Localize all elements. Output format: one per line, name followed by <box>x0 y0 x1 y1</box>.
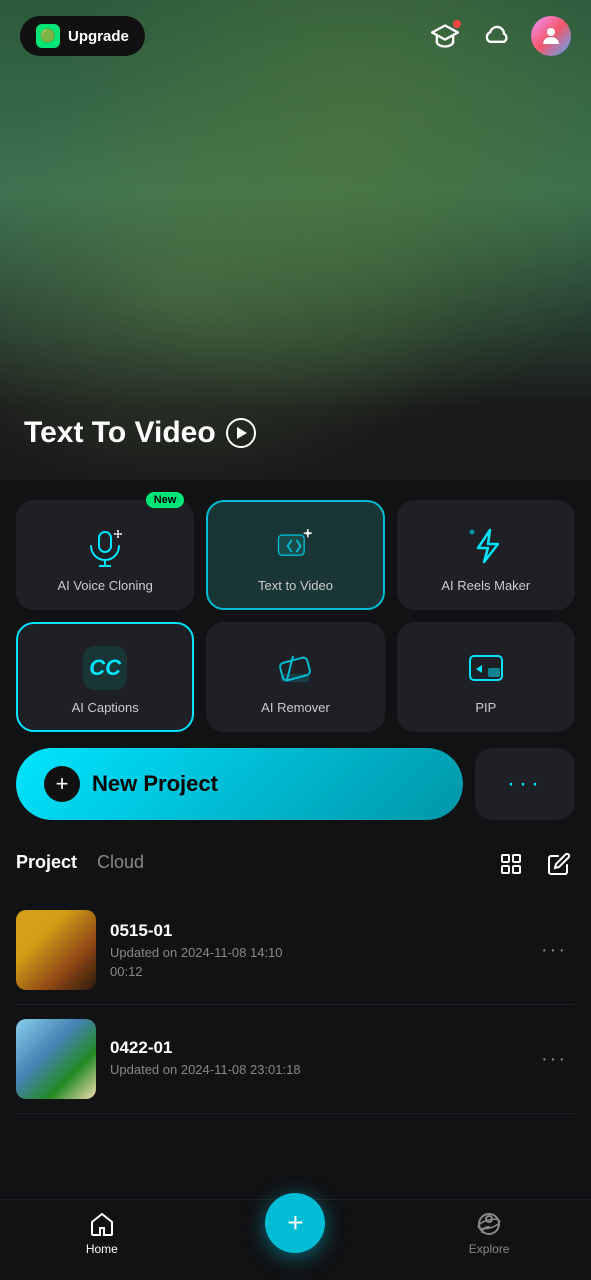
more-button[interactable]: ··· <box>475 748 575 820</box>
nav-home-label: Home <box>86 1242 118 1256</box>
voice-svg <box>83 524 127 568</box>
project-name: 0422-01 <box>110 1038 519 1058</box>
tab-actions <box>495 848 575 880</box>
grid-view-icon[interactable] <box>495 848 527 880</box>
new-project-icon: + <box>44 766 80 802</box>
tool-pip[interactable]: PIP <box>397 622 575 732</box>
reels-svg <box>464 524 508 568</box>
cloud-icon[interactable] <box>479 18 515 54</box>
hero-play-button[interactable] <box>226 418 256 448</box>
remover-svg <box>273 646 317 690</box>
project-tabs: Project Cloud <box>16 848 575 880</box>
tool-text-to-video[interactable]: Text to Video <box>206 500 384 610</box>
project-thumbnail <box>16 1019 96 1099</box>
reels-icon <box>464 524 508 568</box>
main-content: New AI Voice Cloning <box>0 480 591 1234</box>
tab-project[interactable]: Project <box>16 852 77 877</box>
project-item[interactable]: 0515-01 Updated on 2024-11-08 14:10 00:1… <box>16 896 575 1005</box>
tool-captions-label: AI Captions <box>72 700 139 715</box>
tool-ai-remover[interactable]: AI Remover <box>206 622 384 732</box>
add-icon: + <box>287 1207 303 1239</box>
tool-reels-label: AI Reels Maker <box>441 578 530 593</box>
project-date: Updated on 2024-11-08 23:01:18 <box>110 1062 519 1077</box>
action-row: + New Project ··· <box>16 748 575 820</box>
grid-svg <box>499 852 523 876</box>
topbar-right <box>427 16 571 56</box>
nav-explore-label: Explore <box>469 1242 510 1256</box>
nav-home[interactable]: Home <box>62 1210 142 1256</box>
project-info: 0515-01 Updated on 2024-11-08 14:10 00:1… <box>110 921 519 979</box>
hero-background <box>0 0 591 480</box>
voice-icon <box>83 524 127 568</box>
notification-dot <box>453 20 461 28</box>
pip-icon <box>464 646 508 690</box>
project-menu-button[interactable]: ··· <box>533 931 575 970</box>
avatar[interactable] <box>531 16 571 56</box>
upgrade-label: Upgrade <box>68 28 129 45</box>
hero-title-text: Text To Video <box>24 416 216 450</box>
bottom-nav: Home + Explore <box>0 1199 591 1280</box>
explore-svg <box>476 1211 502 1237</box>
tool-voice-label: AI Voice Cloning <box>57 578 152 593</box>
project-duration: 00:12 <box>110 964 519 979</box>
tool-pip-label: PIP <box>475 700 496 715</box>
tool-remover-label: AI Remover <box>261 700 330 715</box>
nav-explore[interactable]: Explore <box>449 1210 529 1256</box>
project-list: 0515-01 Updated on 2024-11-08 14:10 00:1… <box>16 896 575 1114</box>
new-badge: New <box>146 492 185 508</box>
text-video-svg <box>273 524 317 568</box>
project-date: Updated on 2024-11-08 14:10 <box>110 945 519 960</box>
project-menu-button[interactable]: ··· <box>533 1040 575 1079</box>
new-project-button[interactable]: + New Project <box>16 748 463 820</box>
tool-text-video-label: Text to Video <box>258 578 333 593</box>
project-thumbnail <box>16 910 96 990</box>
hero-banner: 🟢 Upgrade <box>0 0 591 480</box>
edit-icon[interactable] <box>543 848 575 880</box>
nav-add-button[interactable]: + <box>265 1193 325 1253</box>
tools-grid: New AI Voice Cloning <box>16 480 575 748</box>
remover-icon <box>273 646 317 690</box>
project-name: 0515-01 <box>110 921 519 941</box>
home-svg <box>89 1211 115 1237</box>
project-info: 0422-01 Updated on 2024-11-08 23:01:18 <box>110 1038 519 1081</box>
pip-svg <box>464 646 508 690</box>
upgrade-icon: 🟢 <box>36 24 60 48</box>
more-dots: ··· <box>507 770 543 798</box>
tool-ai-captions[interactable]: CC AI Captions <box>16 622 194 732</box>
home-icon <box>88 1210 116 1238</box>
new-project-label: New Project <box>92 771 218 797</box>
topbar: 🟢 Upgrade <box>0 0 591 72</box>
hero-title-area: Text To Video <box>24 416 256 450</box>
avatar-icon <box>539 24 563 48</box>
graduation-icon[interactable] <box>427 18 463 54</box>
tab-cloud[interactable]: Cloud <box>97 852 144 877</box>
tool-ai-reels-maker[interactable]: AI Reels Maker <box>397 500 575 610</box>
tool-ai-voice-cloning[interactable]: New AI Voice Cloning <box>16 500 194 610</box>
project-item[interactable]: 0422-01 Updated on 2024-11-08 23:01:18 ·… <box>16 1005 575 1114</box>
captions-icon: CC <box>83 646 127 690</box>
cloud-svg <box>483 22 511 50</box>
edit-svg <box>547 852 571 876</box>
explore-icon <box>475 1210 503 1238</box>
text-video-icon <box>273 524 317 568</box>
upgrade-button[interactable]: 🟢 Upgrade <box>20 16 145 56</box>
